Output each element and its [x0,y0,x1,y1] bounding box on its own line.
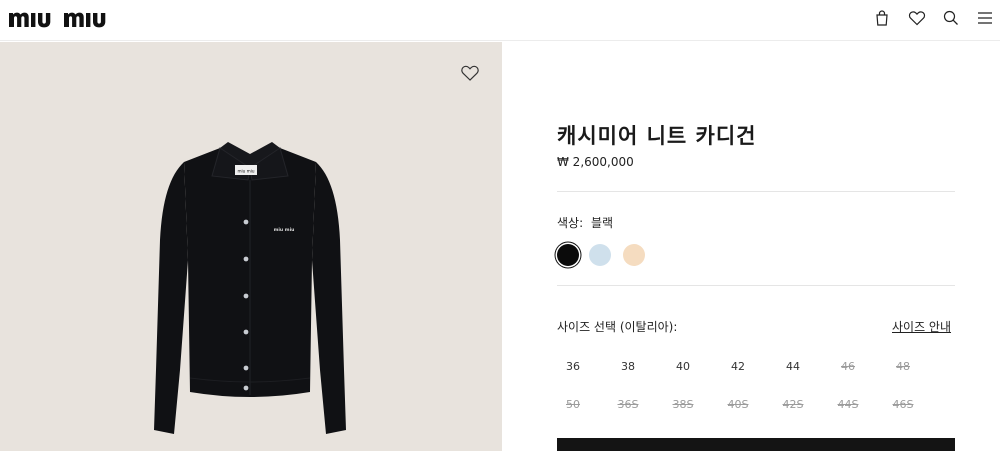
size-option-unavailable[interactable]: 50 [553,398,593,411]
site-header [0,0,1000,41]
heart-icon[interactable] [907,8,927,28]
product-title: 캐시미어 니트 카디건 [557,124,757,148]
size-option-unavailable[interactable]: 40S [718,398,758,411]
size-option[interactable]: 42 [718,360,758,373]
add-to-bag-button[interactable] [557,438,955,451]
product-details: 캐시미어 니트 카디건 ₩ 2,600,000 색상: 블랙 사이즈 선택 (이… [502,42,1000,451]
size-option[interactable]: 40 [663,360,703,373]
size-option-unavailable[interactable]: 42S [773,398,813,411]
size-option-unavailable[interactable]: 38S [663,398,703,411]
size-option[interactable]: 36 [553,360,593,373]
menu-icon[interactable] [975,8,995,28]
heart-outline-icon[interactable] [459,62,481,84]
divider [557,285,955,286]
svg-text:miu miu: miu miu [274,227,295,233]
search-icon[interactable] [941,8,961,28]
miu-miu-logo[interactable] [8,7,136,29]
size-option-unavailable[interactable]: 48 [883,360,923,373]
product-price: ₩ 2,600,000 [557,155,634,169]
size-option-unavailable[interactable]: 46 [828,360,868,373]
size-guide-link[interactable]: 사이즈 안내 [892,318,951,335]
size-option-unavailable[interactable]: 46S [883,398,923,411]
size-option[interactable]: 38 [608,360,648,373]
product-image-panel: miu miu miu miu [0,42,502,451]
product-image: miu miu miu miu [150,140,350,451]
size-option[interactable]: 44 [773,360,813,373]
color-swatch-black[interactable] [557,244,579,266]
size-option-unavailable[interactable]: 36S [608,398,648,411]
color-swatch-light-blue[interactable] [589,244,611,266]
divider [557,191,955,192]
color-info: 색상: 블랙 [557,214,617,231]
bag-icon[interactable] [872,8,892,28]
color-label: 색상: [557,216,584,230]
color-value: 블랙 [590,216,614,230]
size-select-label: 사이즈 선택 (이탈리아): [557,320,678,334]
color-swatch-beige[interactable] [623,244,645,266]
size-option-unavailable[interactable]: 44S [828,398,868,411]
svg-text:miu miu: miu miu [237,169,254,174]
